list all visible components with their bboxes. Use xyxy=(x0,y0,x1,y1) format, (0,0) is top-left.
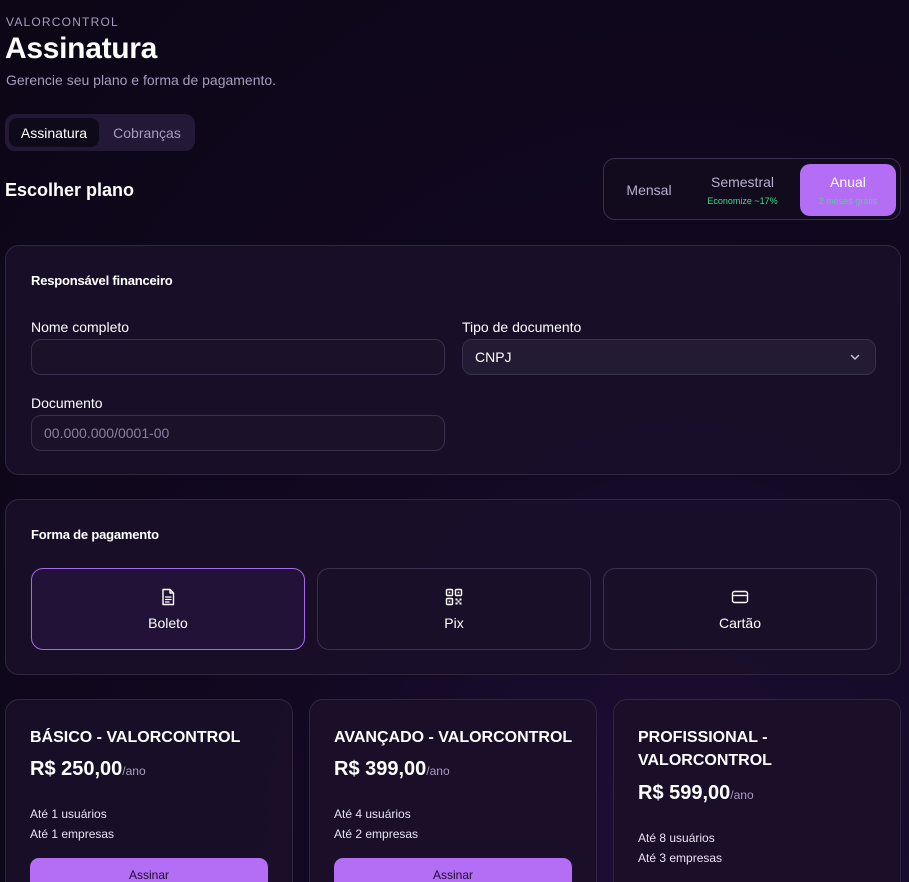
price-value: R$ 599,00 xyxy=(638,782,731,804)
tab-cobrancas[interactable]: Cobranças xyxy=(103,118,191,147)
page-subtitle: Gerencie seu plano e forma de pagamento. xyxy=(6,72,277,88)
plan-price: R$ 399,00/ano xyxy=(334,758,450,781)
tab-bar: Assinatura Cobranças xyxy=(5,114,195,151)
doc-type-select[interactable]: CNPJ xyxy=(462,339,876,375)
document-icon xyxy=(162,588,175,605)
doc-type-value: CNPJ xyxy=(475,349,512,365)
qr-code-icon xyxy=(445,588,463,605)
responsible-party-card: Responsável financeiro Nome completo Tip… xyxy=(5,245,901,475)
plan-price: R$ 250,00/ano xyxy=(30,758,146,781)
tab-assinatura[interactable]: Assinatura xyxy=(9,118,99,147)
billing-period-toggle: Mensal Semestral Economize ~17% Anual 2 … xyxy=(603,158,901,220)
plan-card-basico: BÁSICO - VALORCONTROL R$ 250,00/ano Até … xyxy=(5,699,293,882)
subscribe-button[interactable]: Assinar xyxy=(30,858,268,882)
payment-option-pix[interactable]: Pix xyxy=(317,568,591,650)
plan-name: AVANÇADO - VALORCONTROL xyxy=(334,729,573,746)
plan-price: R$ 599,00/ano xyxy=(638,782,754,805)
period-option-anual[interactable]: Anual 2 meses grátis xyxy=(800,164,896,216)
brand-label: VALORCONTROL xyxy=(6,15,119,29)
period-label: Anual xyxy=(830,174,866,190)
plan-companies-limit: Até 2 empresas xyxy=(334,827,419,841)
plan-card-avancado: AVANÇADO - VALORCONTROL R$ 399,00/ano At… xyxy=(309,699,597,882)
payment-method-card: Forma de pagamento Boleto Pix Cartão xyxy=(5,499,901,675)
chevron-down-icon xyxy=(850,354,860,360)
plan-users-limit: Até 8 usuários xyxy=(638,831,715,845)
subscribe-button[interactable]: Assinar xyxy=(334,858,572,882)
payment-option-label: Boleto xyxy=(148,614,188,631)
period-option-mensal[interactable]: Mensal xyxy=(609,164,689,216)
plan-card-profissional: PROFISSIONAL - VALORCONTROL R$ 599,00/an… xyxy=(613,699,901,882)
period-option-semestral[interactable]: Semestral Economize ~17% xyxy=(695,164,790,216)
document-label: Documento xyxy=(31,395,103,411)
payment-option-label: Cartão xyxy=(718,614,762,631)
period-discount-note: 2 meses grátis xyxy=(818,196,878,206)
plan-users-limit: Até 1 usuários xyxy=(30,807,107,821)
plan-users-limit: Até 4 usuários xyxy=(334,807,411,821)
full-name-input[interactable] xyxy=(31,339,445,375)
doc-type-label: Tipo de documento xyxy=(462,319,582,335)
choose-plan-heading: Escolher plano xyxy=(5,180,135,200)
plan-name: BÁSICO - VALORCONTROL xyxy=(30,729,241,746)
name-label: Nome completo xyxy=(31,319,130,335)
credit-card-icon xyxy=(731,590,749,603)
page-title: Assinatura xyxy=(5,32,158,65)
payment-option-boleto[interactable]: Boleto xyxy=(31,568,305,650)
card-title: Responsável financeiro xyxy=(31,273,173,288)
plan-companies-limit: Até 1 empresas xyxy=(30,827,115,841)
payment-option-label: Pix xyxy=(444,614,464,631)
period-label: Semestral xyxy=(710,174,775,190)
period-discount-note: Economize ~17% xyxy=(707,196,778,206)
price-value: R$ 399,00 xyxy=(334,758,427,780)
document-input[interactable]: 00.000.000/0001-00 xyxy=(31,415,445,451)
price-value: R$ 250,00 xyxy=(30,758,123,780)
plan-name: PROFISSIONAL - VALORCONTROL xyxy=(638,729,772,769)
price-period: /ano xyxy=(122,764,146,778)
price-period: /ano xyxy=(426,764,450,778)
price-period: /ano xyxy=(730,788,754,802)
card-title: Forma de pagamento xyxy=(31,527,159,542)
period-label: Mensal xyxy=(626,182,672,198)
payment-option-cartao[interactable]: Cartão xyxy=(603,568,877,650)
plan-companies-limit: Até 3 empresas xyxy=(638,851,723,865)
